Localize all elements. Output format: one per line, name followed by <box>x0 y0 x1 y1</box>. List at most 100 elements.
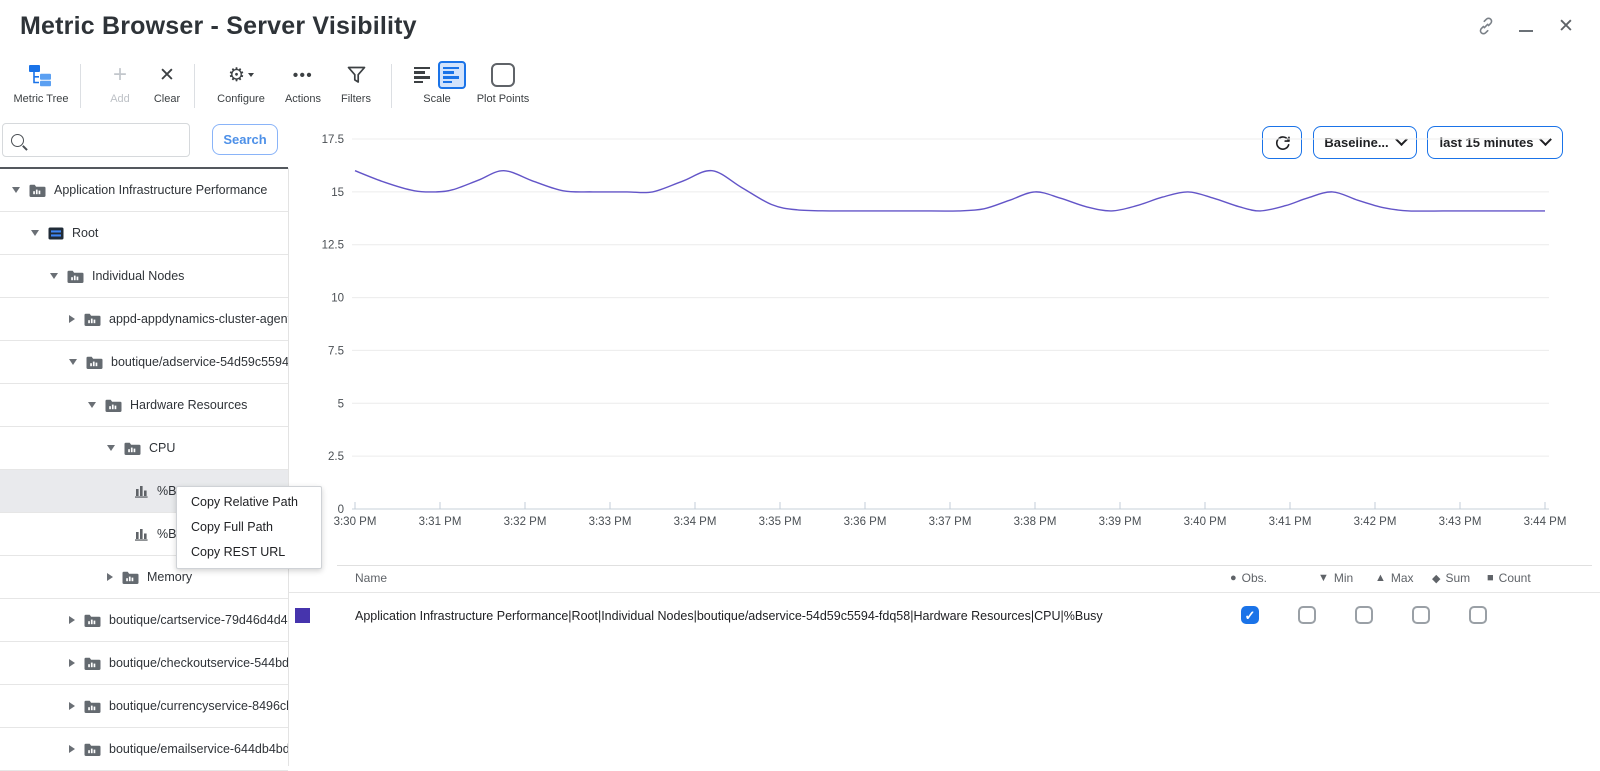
toolbar-item-label: Add <box>110 93 130 105</box>
legend-column-glyph: ▼ <box>1318 572 1329 584</box>
link-icon[interactable] <box>1474 14 1498 38</box>
plus-icon: + <box>113 58 127 92</box>
legend-column-header-sum: ◆Sum <box>1432 571 1470 585</box>
tree-row[interactable]: Hardware Resources <box>0 384 288 427</box>
tree-item-label: boutique/emailservice-644db4bdf8-lc <box>109 742 288 756</box>
context-menu: Copy Relative PathCopy Full PathCopy RES… <box>176 486 322 569</box>
tree-item-label: boutique/adservice-54d59c5594-fdq5 <box>111 355 288 369</box>
caret-icon[interactable] <box>69 702 75 710</box>
tree-row[interactable]: appd-appdynamics-cluster-agent-app <box>0 298 288 341</box>
context-menu-item[interactable]: Copy Full Path <box>177 515 321 540</box>
scale-toggle[interactable]: Scale <box>405 58 469 114</box>
add-button[interactable]: + Add <box>97 58 143 114</box>
tree-item-label: boutique/currencyservice-8496cb5c7 <box>109 699 288 713</box>
caret-icon[interactable] <box>69 616 75 624</box>
legend-column-glyph: ◆ <box>1432 572 1440 585</box>
search-input[interactable] <box>30 133 180 148</box>
plot-points-toggle[interactable]: Plot Points <box>472 58 534 114</box>
legend-checkbox-min[interactable] <box>1298 606 1316 624</box>
toolbar-separator <box>80 64 81 108</box>
ellipsis-icon: ••• <box>293 58 313 92</box>
folder-icon <box>84 313 101 326</box>
tree-row[interactable]: boutique/currencyservice-8496cb5c7 <box>0 685 288 728</box>
legend-checkbox-sum[interactable] <box>1412 606 1430 624</box>
tree-row[interactable]: CPU <box>0 427 288 470</box>
legend-name-column-header: Name <box>355 571 387 585</box>
scale-left-icon[interactable] <box>410 62 436 88</box>
toolbar-separator <box>194 64 195 108</box>
filters-button[interactable]: Filters <box>331 58 381 114</box>
checkbox-icon <box>491 58 515 92</box>
page-title: Metric Browser - Server Visibility <box>20 12 417 41</box>
legend-column-header-count: ■Count <box>1487 571 1531 585</box>
tree-item-label: boutique/cartservice-79d46d4d46-9b <box>109 613 288 627</box>
metric-icon <box>135 528 149 541</box>
metric-line <box>355 171 1545 212</box>
legend-checkbox-obs[interactable]: ✓ <box>1241 606 1259 624</box>
folder-icon <box>122 571 139 584</box>
svg-text:15: 15 <box>331 187 344 199</box>
caret-icon[interactable] <box>12 187 20 193</box>
svg-text:3:44 PM: 3:44 PM <box>1524 516 1567 528</box>
legend-row: Application Infrastructure Performance|R… <box>355 609 1103 623</box>
svg-text:3:39 PM: 3:39 PM <box>1099 516 1142 528</box>
tree-row[interactable]: boutique/checkoutservice-544bdf649 <box>0 642 288 685</box>
configure-button[interactable]: ⚙ Configure <box>208 58 274 114</box>
legend-column-header-max: ▲Max <box>1375 571 1414 585</box>
caret-icon[interactable] <box>69 359 77 365</box>
close-icon[interactable]: ✕ <box>1554 14 1578 38</box>
actions-button[interactable]: ••• Actions <box>277 58 329 114</box>
folder-icon <box>124 442 141 455</box>
caret-icon[interactable] <box>107 445 115 451</box>
minimize-icon[interactable] <box>1514 14 1538 38</box>
tree-row[interactable]: boutique/adservice-54d59c5594-fdq5 <box>0 341 288 384</box>
tree-row[interactable]: Individual Nodes <box>0 255 288 298</box>
folder-icon <box>67 270 84 283</box>
caret-icon[interactable] <box>31 230 39 236</box>
svg-text:10: 10 <box>331 293 344 305</box>
caret-icon[interactable] <box>69 745 75 753</box>
caret-icon[interactable] <box>107 573 113 581</box>
toolbar-item-label: Scale <box>423 93 451 105</box>
legend-column-glyph: ● <box>1230 572 1237 584</box>
tree-item-label: Root <box>72 226 98 240</box>
tree-row[interactable]: boutique/emailservice-644db4bdf8-lc <box>0 728 288 771</box>
caret-icon[interactable] <box>88 402 96 408</box>
svg-text:3:31 PM: 3:31 PM <box>419 516 462 528</box>
toolbar-separator <box>391 64 392 108</box>
tree-row[interactable]: Root <box>0 212 288 255</box>
window-controls: ✕ <box>1474 14 1578 38</box>
tree-item-label: Hardware Resources <box>130 398 247 412</box>
caret-icon[interactable] <box>69 659 75 667</box>
legend-top-border <box>337 565 1592 566</box>
toolbar-item-label: Configure <box>217 93 265 105</box>
clear-button[interactable]: ✕ Clear <box>143 58 191 114</box>
folder-icon <box>105 399 122 412</box>
search-button[interactable]: Search <box>212 124 278 155</box>
svg-text:3:38 PM: 3:38 PM <box>1014 516 1057 528</box>
tree-row[interactable]: boutique/cartservice-79d46d4d46-9b <box>0 599 288 642</box>
svg-text:3:35 PM: 3:35 PM <box>759 516 802 528</box>
metric-tree-button[interactable]: Metric Tree <box>8 58 74 114</box>
tree-row[interactable]: Application Infrastructure Performance <box>0 169 288 212</box>
folder-icon <box>86 356 103 369</box>
context-menu-item[interactable]: Copy REST URL <box>177 540 321 565</box>
legend-column-header-obs: ●Obs. <box>1230 571 1267 585</box>
context-menu-item[interactable]: Copy Relative Path <box>177 490 321 515</box>
scale-right-icon[interactable] <box>439 62 465 88</box>
caret-icon[interactable] <box>69 315 75 323</box>
svg-text:3:36 PM: 3:36 PM <box>844 516 887 528</box>
tree-item-label: Memory <box>147 570 192 584</box>
svg-text:3:30 PM: 3:30 PM <box>334 516 377 528</box>
caret-icon[interactable] <box>50 273 58 279</box>
svg-text:5: 5 <box>338 398 344 410</box>
tree-item-label: boutique/checkoutservice-544bdf649 <box>109 656 288 670</box>
tree-item-label: Individual Nodes <box>92 269 184 283</box>
svg-text:3:43 PM: 3:43 PM <box>1439 516 1482 528</box>
toolbar-item-label: Metric Tree <box>13 93 68 105</box>
legend-checkbox-count[interactable] <box>1469 606 1487 624</box>
legend-column-header-min: ▼Min <box>1318 571 1353 585</box>
legend-checkbox-max[interactable] <box>1355 606 1373 624</box>
folder-icon <box>84 614 101 627</box>
toolbar-item-label: Actions <box>285 93 321 105</box>
